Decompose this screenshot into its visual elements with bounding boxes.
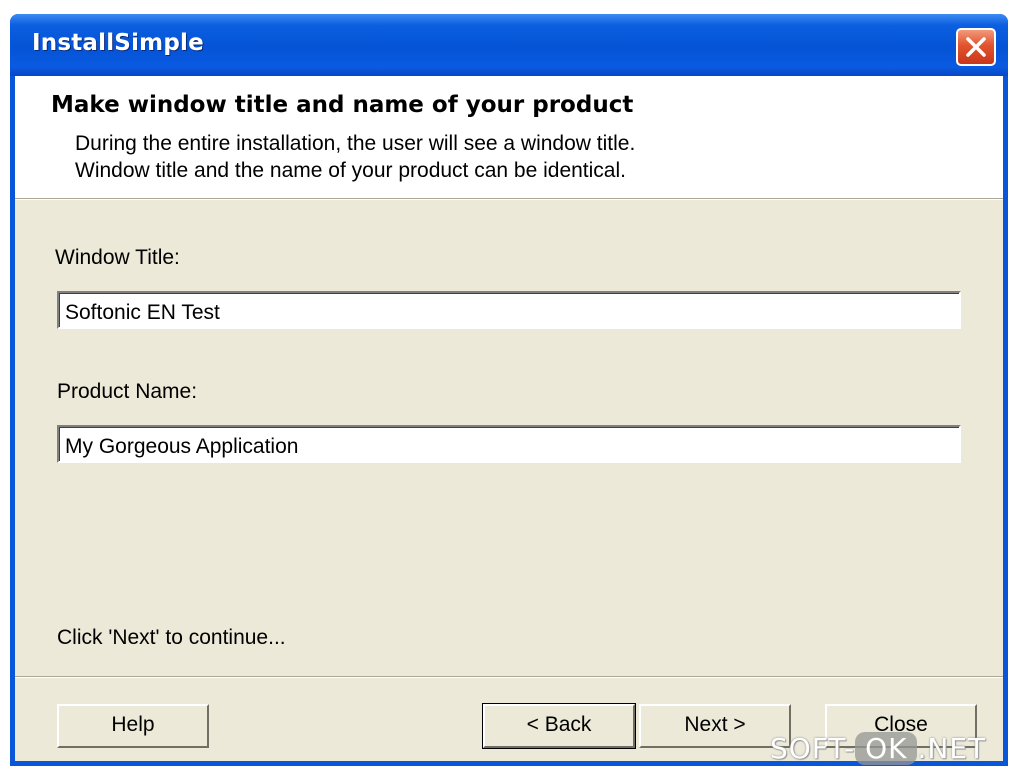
watermark-left: SOFT-: [770, 732, 856, 765]
continue-hint: Click 'Next' to continue...: [57, 626, 286, 649]
help-button[interactable]: Help: [57, 704, 209, 748]
page-description-line-2: Window title and the name of your produc…: [75, 159, 626, 182]
title-bar[interactable]: InstallSimple: [10, 14, 1008, 76]
close-x-icon: [966, 37, 986, 57]
wizard-header: Make window title and name of your produ…: [15, 76, 1003, 199]
page-description-line-1: During the entire installation, the user…: [75, 132, 636, 155]
dialog-body: Make window title and name of your produ…: [15, 76, 1003, 761]
next-button[interactable]: Next >: [639, 704, 791, 748]
watermark: SOFT- OK .NET: [770, 732, 986, 772]
window-title-label: Window Title:: [55, 246, 180, 269]
page-title: Make window title and name of your produ…: [51, 92, 634, 118]
back-button[interactable]: < Back: [482, 703, 636, 749]
header-divider: [15, 199, 1003, 200]
product-name-input[interactable]: [57, 425, 961, 463]
product-name-label: Product Name:: [57, 380, 198, 403]
watermark-right: .NET: [917, 732, 987, 765]
window-title: InstallSimple: [32, 30, 204, 56]
window-title-input[interactable]: [57, 291, 961, 329]
close-window-button[interactable]: [956, 28, 996, 66]
installer-window: InstallSimple Make window title and name…: [10, 14, 1008, 766]
footer-divider-highlight: [15, 677, 1003, 678]
watermark-pill: OK: [855, 732, 918, 765]
